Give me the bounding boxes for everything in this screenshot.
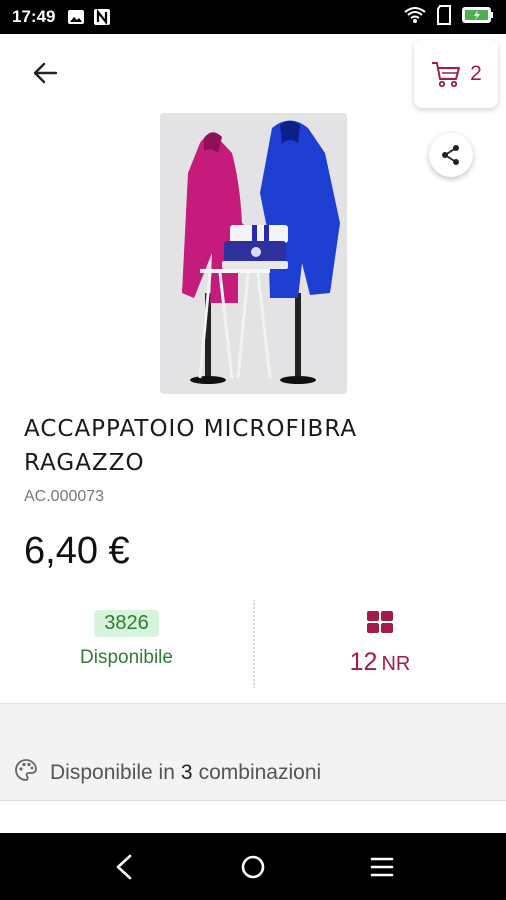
stock-quantity-badge: 3826	[94, 610, 159, 637]
product-title: ACCAPPATOIO MICROFIBRA RAGAZZO	[24, 416, 358, 476]
combinations-prefix: Disponibile in	[50, 761, 175, 784]
back-button[interactable]	[30, 58, 60, 88]
nav-menu-button[interactable]	[362, 847, 402, 887]
wifi-icon	[404, 6, 426, 28]
nav-back-icon	[117, 854, 132, 879]
cart-icon	[432, 62, 461, 88]
cart-button[interactable]: 2	[414, 40, 498, 108]
pack-info: 12 NR	[254, 600, 506, 688]
n-app-icon	[93, 8, 111, 26]
combinations-row[interactable]: Disponibile in 3 combinazioni	[0, 747, 506, 799]
pack-unit: NR	[381, 653, 411, 675]
palette-icon	[14, 758, 38, 788]
stock-info: 3826 Disponibile	[0, 600, 253, 688]
pack-value: 12	[349, 648, 378, 676]
arrow-left-icon	[33, 62, 58, 84]
battery-icon	[462, 7, 494, 27]
grid-icon	[366, 610, 394, 638]
product-image[interactable]	[160, 113, 347, 394]
status-bar: 17:49	[0, 0, 506, 34]
nav-home-icon	[241, 855, 265, 878]
share-icon	[442, 145, 459, 165]
nav-back-button[interactable]	[104, 847, 144, 887]
system-nav-bar	[0, 833, 506, 900]
share-button[interactable]	[429, 133, 473, 177]
product-price: 6,40 €	[24, 530, 130, 572]
image-icon	[67, 8, 85, 26]
nav-home-button[interactable]	[233, 847, 273, 887]
combinations-suffix: combinazioni	[198, 761, 322, 784]
stock-label: Disponibile	[80, 647, 173, 668]
status-time: 17:49	[12, 7, 56, 26]
product-code: AC.000073	[24, 488, 105, 505]
pack-quantity: 12 NR	[350, 648, 411, 677]
sim-icon	[436, 5, 452, 29]
app-bar: 2	[0, 34, 506, 112]
combinations-count: 3	[180, 761, 193, 784]
nav-menu-icon	[370, 857, 393, 876]
next-section	[0, 800, 506, 833]
cart-count: 2	[470, 62, 482, 85]
